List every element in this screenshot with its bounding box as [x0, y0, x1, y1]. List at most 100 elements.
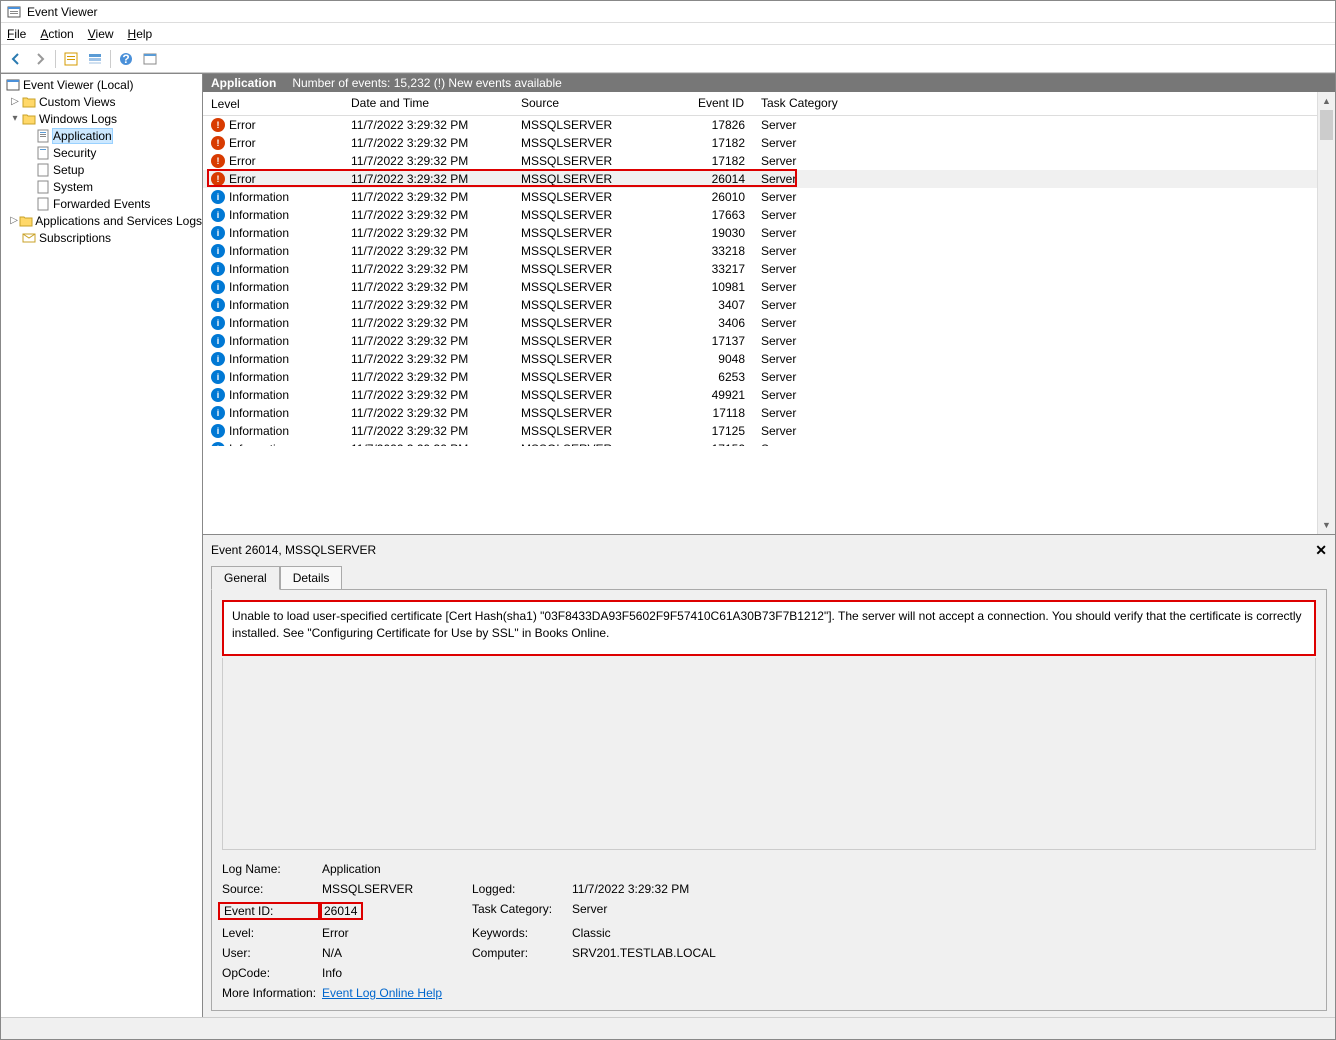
date-cell: 11/7/2022 3:29:32 PM — [343, 388, 513, 402]
task-cell: Server — [753, 316, 933, 330]
table-row[interactable]: iInformation11/7/2022 3:29:32 PMMSSQLSER… — [203, 260, 1317, 278]
table-row[interactable]: iInformation11/7/2022 3:29:32 PMMSSQLSER… — [203, 332, 1317, 350]
info-icon: i — [211, 226, 225, 240]
event-message: Unable to load user-specified certificat… — [222, 600, 1316, 656]
folder-icon — [19, 214, 33, 228]
info-icon: i — [211, 388, 225, 402]
tree-system[interactable]: System — [1, 178, 202, 195]
col-source[interactable]: Source — [513, 92, 663, 115]
tree-setup[interactable]: Setup — [1, 161, 202, 178]
source-cell: MSSQLSERVER — [513, 190, 663, 204]
level-text: Information — [229, 280, 289, 294]
col-date[interactable]: Date and Time — [343, 92, 513, 115]
filter-button[interactable] — [84, 48, 106, 70]
tab-details[interactable]: Details — [280, 566, 343, 590]
window-title: Event Viewer — [27, 5, 97, 19]
level-text: Information — [229, 190, 289, 204]
col-task[interactable]: Task Category — [753, 92, 933, 115]
back-button[interactable] — [5, 48, 27, 70]
table-row[interactable]: iInformation11/7/2022 3:29:32 PMMSSQLSER… — [203, 404, 1317, 422]
tree-windows-logs[interactable]: ▾ Windows Logs — [1, 110, 202, 127]
tree-custom-views[interactable]: ▷ Custom Views — [1, 93, 202, 110]
menu-help[interactable]: Help — [128, 27, 153, 41]
source-cell: MSSQLSERVER — [513, 280, 663, 294]
tree-panel[interactable]: Event Viewer (Local) ▷ Custom Views ▾ Wi… — [1, 74, 203, 1017]
source-cell: MSSQLSERVER — [513, 172, 663, 186]
date-cell: 11/7/2022 3:29:32 PM — [343, 334, 513, 348]
level-text: Information — [229, 208, 289, 222]
logname-label: Log Name: — [222, 862, 322, 876]
tree-forwarded[interactable]: Forwarded Events — [1, 195, 202, 212]
table-row[interactable]: iInformation11/7/2022 3:29:32 PMMSSQLSER… — [203, 206, 1317, 224]
eventid-cell: 26014 — [663, 172, 753, 186]
properties-button[interactable] — [60, 48, 82, 70]
scroll-thumb[interactable] — [1320, 110, 1333, 140]
table-row[interactable]: iInformation11/7/2022 3:29:32 PMMSSQLSER… — [203, 350, 1317, 368]
table-row[interactable]: iInformation11/7/2022 3:29:32 PMMSSQLSER… — [203, 296, 1317, 314]
menu-view[interactable]: View — [88, 27, 114, 41]
expand-icon[interactable]: ▷ — [9, 215, 19, 226]
table-row[interactable]: iInformation11/7/2022 3:29:32 PMMSSQLSER… — [203, 422, 1317, 440]
menu-file[interactable]: File — [7, 27, 26, 41]
info-icon: i — [211, 370, 225, 384]
tree-application[interactable]: Application — [1, 127, 202, 144]
task-cell: Server — [753, 118, 933, 132]
error-icon: ! — [211, 118, 225, 132]
table-row[interactable]: iInformation11/7/2022 3:29:32 PMMSSQLSER… — [203, 224, 1317, 242]
detail-title: Event 26014, MSSQLSERVER — [211, 543, 376, 557]
help-button[interactable]: ? — [115, 48, 137, 70]
task-cell: Server — [753, 298, 933, 312]
list-scrollbar[interactable]: ▲ ▼ — [1317, 92, 1335, 534]
tree-apps-services[interactable]: ▷ Applications and Services Logs — [1, 212, 202, 229]
col-eventid[interactable]: Event ID — [663, 92, 753, 115]
log-icon — [35, 180, 51, 194]
eventid-value: 26014 — [322, 902, 472, 920]
table-row[interactable]: !Error11/7/2022 3:29:32 PMMSSQLSERVER171… — [203, 152, 1317, 170]
level-text: Information — [229, 406, 289, 420]
tree-security[interactable]: Security — [1, 144, 202, 161]
date-cell: 11/7/2022 3:29:32 PM — [343, 442, 513, 446]
level-text: Information — [229, 298, 289, 312]
eventid-cell: 9048 — [663, 352, 753, 366]
task-cell: Server — [753, 244, 933, 258]
source-cell: MSSQLSERVER — [513, 262, 663, 276]
menubar: File Action View Help — [1, 23, 1335, 45]
forward-button[interactable] — [29, 48, 51, 70]
refresh-button[interactable] — [139, 48, 161, 70]
table-row[interactable]: iInformation11/7/2022 3:29:32 PMMSSQLSER… — [203, 242, 1317, 260]
table-row[interactable]: iInformation11/7/2022 3:29:32 PMMSSQLSER… — [203, 278, 1317, 296]
moreinfo-link[interactable]: Event Log Online Help — [322, 986, 442, 1000]
date-cell: 11/7/2022 3:29:32 PM — [343, 352, 513, 366]
info-icon: i — [211, 262, 225, 276]
close-icon[interactable]: ✕ — [1315, 542, 1327, 559]
table-row[interactable]: !Error11/7/2022 3:29:32 PMMSSQLSERVER171… — [203, 134, 1317, 152]
tree-subscriptions[interactable]: Subscriptions — [1, 229, 202, 246]
table-row[interactable]: iInformation11/7/2022 3:29:32 PMMSSQLSER… — [203, 386, 1317, 404]
table-row[interactable]: iInformation11/7/2022 3:29:32 PMMSSQLSER… — [203, 188, 1317, 206]
event-list[interactable]: Level Date and Time Source Event ID Task… — [203, 92, 1317, 534]
detail-tabs: General Details — [211, 565, 1327, 589]
level-label: Level: — [222, 926, 322, 940]
eventid-cell: 17137 — [663, 334, 753, 348]
scroll-down-icon[interactable]: ▼ — [1318, 516, 1335, 534]
logged-label: Logged: — [472, 882, 572, 896]
log-icon — [35, 146, 51, 160]
table-row[interactable]: iInformation11/7/2022 3:29:32 PMMSSQLSER… — [203, 440, 1317, 446]
menu-action[interactable]: Action — [40, 27, 73, 41]
source-cell: MSSQLSERVER — [513, 154, 663, 168]
expand-icon[interactable]: ▷ — [9, 96, 21, 107]
level-text: Information — [229, 334, 289, 348]
table-row[interactable]: !Error11/7/2022 3:29:32 PMMSSQLSERVER178… — [203, 116, 1317, 134]
moreinfo-label: More Information: — [222, 986, 322, 1000]
collapse-icon[interactable]: ▾ — [9, 113, 21, 124]
level-text: Information — [229, 388, 289, 402]
table-row[interactable]: iInformation11/7/2022 3:29:32 PMMSSQLSER… — [203, 368, 1317, 386]
scroll-up-icon[interactable]: ▲ — [1318, 92, 1335, 110]
table-row[interactable]: !Error11/7/2022 3:29:32 PMMSSQLSERVER260… — [203, 170, 1317, 188]
detail-pane: Event 26014, MSSQLSERVER ✕ General Detai… — [203, 535, 1335, 1017]
col-level[interactable]: Level — [203, 92, 343, 115]
tab-general[interactable]: General — [211, 566, 280, 590]
keywords-value: Classic — [572, 926, 832, 940]
table-row[interactable]: iInformation11/7/2022 3:29:32 PMMSSQLSER… — [203, 314, 1317, 332]
tree-root[interactable]: Event Viewer (Local) — [1, 76, 202, 93]
